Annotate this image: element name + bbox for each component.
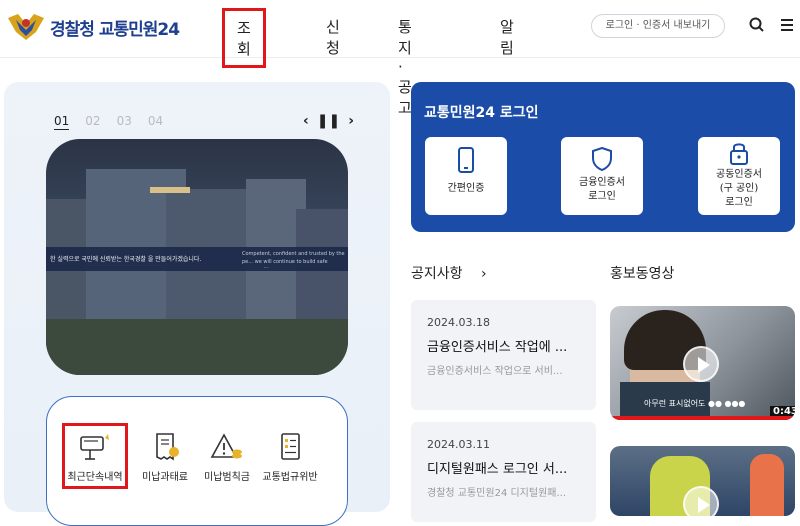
quick-item-highlight: [62, 423, 128, 489]
banner-caption-en: Competent, confident and trusted by the …: [242, 251, 345, 268]
warning-coins-icon: [210, 433, 242, 459]
slide-page-2[interactable]: 02: [85, 114, 100, 130]
site-logo[interactable]: 경찰청 교통민원24: [6, 10, 180, 44]
phone-icon: [458, 147, 474, 173]
nav-item-alerts[interactable]: 알림: [500, 16, 514, 58]
slide-page-1[interactable]: 01: [54, 114, 70, 130]
notice-summary: 금융인증서비스 작업으로 서비...: [427, 366, 563, 377]
quick-item-unpaid-fine[interactable]: 미납과태료: [132, 432, 198, 483]
video-thumbnail[interactable]: [610, 446, 795, 516]
simple-auth-button[interactable]: 간편인증: [425, 137, 507, 215]
video-progress-bar: [610, 416, 795, 420]
login-option-label: 금융인증서 로그인: [579, 177, 625, 202]
quick-item-traffic-violation[interactable]: 교통법규위반: [257, 432, 323, 483]
login-title: 교통민원24 로그인: [424, 105, 539, 121]
notice-card[interactable]: 2024.03.11 디지털원패스 로그인 서... 경찰청 교통민원24 디지…: [411, 422, 596, 522]
video-thumbnail[interactable]: 아무런 표시없어도 ●● ●●● 0:43: [610, 306, 795, 420]
notice-summary: 경찰청 교통민원24 디지털원패...: [427, 488, 567, 499]
pause-icon[interactable]: ❚❚: [317, 113, 340, 129]
slide-page-4[interactable]: 04: [148, 114, 163, 130]
lock-icon: [730, 143, 748, 165]
site-header: 경찰청 교통민원24 조회 신청 통지·공고 알림 로그인 · 인증서 내보내기: [0, 0, 800, 117]
notices-title: 공지사항: [411, 266, 463, 282]
notice-title: 디지털원패스 로그인 서...: [427, 462, 568, 477]
hero-banner-image[interactable]: 한 실력으로 국민에 신뢰받는 한국경찰 을 만들어가겠습니다. Compete…: [46, 139, 348, 375]
next-slide-icon[interactable]: ›: [348, 113, 354, 129]
notice-date: 2024.03.18: [427, 316, 490, 329]
login-cert-export-button[interactable]: 로그인 · 인증서 내보내기: [591, 14, 725, 38]
login-option-label: 간편인증: [447, 183, 485, 194]
checklist-icon: [281, 433, 300, 460]
quick-item-label: 교통법규위반: [262, 472, 318, 483]
notice-date: 2024.03.11: [427, 438, 490, 451]
menu-icon[interactable]: [778, 16, 796, 34]
chevron-right-icon: ›: [480, 266, 487, 282]
financial-cert-login-button[interactable]: 금융인증서 로그인: [561, 137, 643, 215]
receipt-icon: [156, 433, 179, 461]
quick-item-unpaid-penalty[interactable]: 미납범칙금: [194, 432, 260, 483]
building-sign: [150, 187, 190, 193]
notice-card[interactable]: 2024.03.18 금융인증서비스 작업에 ... 금융인증서비스 작업으로 …: [411, 300, 596, 410]
videos-title: 홍보동영상: [610, 266, 675, 282]
play-icon[interactable]: [683, 486, 719, 516]
video-person-right: [750, 454, 784, 516]
banner-caption-kr: 한 실력으로 국민에 신뢰받는 한국경찰 을 만들어가겠습니다.: [50, 256, 202, 263]
joint-cert-login-button[interactable]: 공동인증서 (구 공인) 로그인: [698, 137, 780, 215]
prev-slide-icon[interactable]: ‹: [303, 113, 309, 129]
video-subtitle: 아무런 표시없어도 ●● ●●●: [644, 399, 746, 408]
logo-text: 경찰청 교통민원24: [50, 19, 180, 40]
banner-caption-strip: 한 실력으로 국민에 신뢰받는 한국경찰 을 만들어가겠습니다. Compete…: [46, 247, 348, 271]
slide-pagination: 01 02 03 04: [54, 114, 163, 130]
search-icon[interactable]: [748, 16, 766, 34]
play-icon[interactable]: [683, 346, 719, 382]
slide-page-3[interactable]: 03: [117, 114, 132, 130]
notices-section[interactable]: 공지사항 ›: [411, 263, 487, 283]
nav-item-notices[interactable]: 통지·공고: [398, 16, 412, 118]
nav-item-apply[interactable]: 신청: [326, 16, 340, 58]
nav-item-inquiry[interactable]: 조회: [222, 8, 266, 68]
slide-controls: ‹ ❚❚ ›: [303, 113, 354, 129]
police-emblem-icon: [8, 14, 44, 40]
login-option-label: 공동인증서 (구 공인) 로그인: [716, 169, 762, 208]
quick-item-label: 미납과태료: [142, 472, 188, 483]
notice-title: 금융인증서비스 작업에 ...: [427, 340, 568, 355]
quick-item-label: 미납범칙금: [204, 472, 250, 483]
shield-icon: [592, 146, 612, 172]
